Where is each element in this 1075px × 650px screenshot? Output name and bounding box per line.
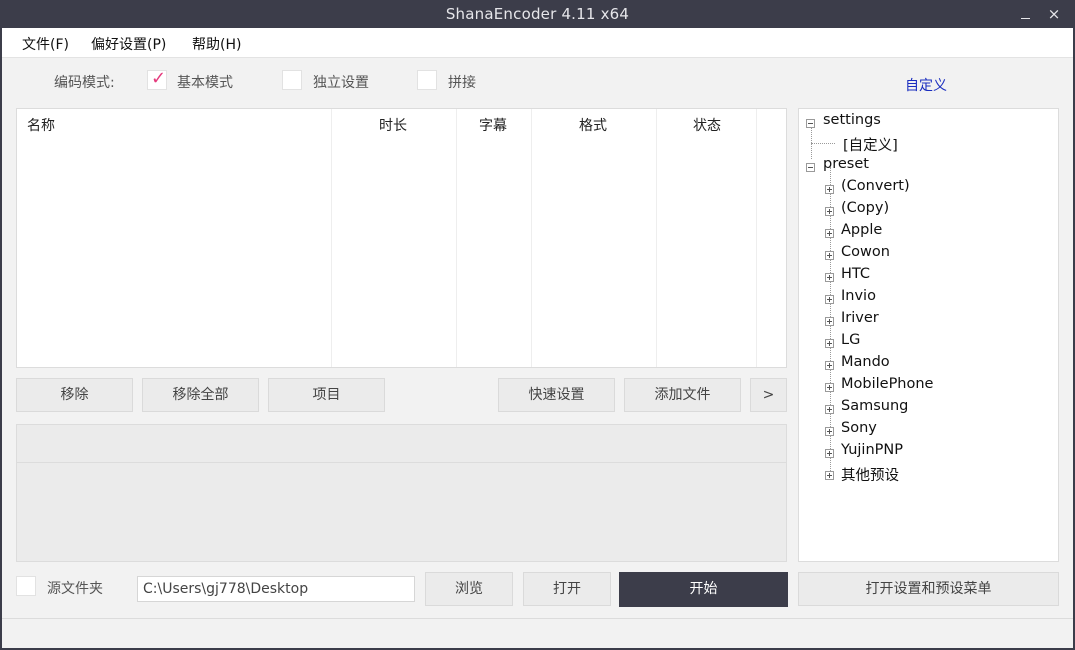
tree-connector <box>811 143 835 144</box>
tree-node-custom[interactable]: [自定义] <box>843 134 898 156</box>
basic-mode-checkbox[interactable]: ✓ <box>147 68 167 90</box>
window-title: ShanaEncoder 4.11 x64 <box>445 5 630 23</box>
close-icon: × <box>1047 5 1061 23</box>
column-status[interactable]: 状态 <box>693 115 721 135</box>
independent-settings-label: 独立设置 <box>313 75 369 91</box>
open-button[interactable]: 打开 <box>523 572 611 606</box>
file-list[interactable]: 名称 时长 字幕 格式 状态 <box>16 108 787 368</box>
bottom-toolbar: 源文件夹 C:\Users\gj778\Desktop 浏览 打开 开始 打开设… <box>2 568 1073 608</box>
add-file-button[interactable]: 添加文件 <box>624 378 741 412</box>
menu-preferences[interactable]: 偏好设置(P) <box>91 34 166 54</box>
column-divider <box>756 109 757 367</box>
expand-icon[interactable] <box>825 339 834 348</box>
custom-link[interactable]: 自定义 <box>905 75 947 95</box>
minimize-icon <box>1020 18 1030 19</box>
expand-icon[interactable] <box>825 273 834 282</box>
independent-settings-checkbox[interactable] <box>282 70 302 90</box>
open-settings-menu-button[interactable]: 打开设置和预设菜单 <box>798 572 1059 606</box>
expand-icon[interactable] <box>825 317 834 326</box>
column-name[interactable]: 名称 <box>27 115 55 135</box>
column-subtitle[interactable]: 字幕 <box>479 115 507 135</box>
expand-icon[interactable] <box>825 449 834 458</box>
column-divider <box>531 109 532 367</box>
log-panel-divider <box>17 462 786 463</box>
join-checkbox[interactable] <box>417 70 437 90</box>
menu-bar: 文件(F) 偏好设置(P) 帮助(H) <box>2 28 1073 58</box>
start-button[interactable]: 开始 <box>619 572 788 607</box>
expand-icon[interactable] <box>825 471 834 480</box>
menu-help[interactable]: 帮助(H) <box>192 34 241 54</box>
expand-icon[interactable] <box>825 405 834 414</box>
source-folder-checkbox[interactable] <box>16 576 36 596</box>
expand-icon[interactable] <box>825 383 834 392</box>
expand-icon[interactable] <box>825 185 834 194</box>
log-panel <box>16 424 787 562</box>
status-bar <box>2 618 1073 648</box>
more-button[interactable]: > <box>750 378 787 412</box>
minimize-button[interactable] <box>1014 4 1036 24</box>
source-folder-label: 源文件夹 <box>47 581 103 597</box>
close-button[interactable]: × <box>1043 4 1065 24</box>
items-button[interactable]: 项目 <box>268 378 385 412</box>
encoding-mode-row: 编码模式: ✓ 基本模式 独立设置 拼接 自定义 <box>2 58 1073 102</box>
main-window: 文件(F) 偏好设置(P) 帮助(H) 编码模式: ✓ 基本模式 独立设置 拼接… <box>2 28 1073 648</box>
expand-icon[interactable] <box>825 229 834 238</box>
title-bar: ShanaEncoder 4.11 x64 × <box>0 0 1075 28</box>
preset-tree[interactable]: settings [自定义] preset (Convert) (Copy) A… <box>798 108 1059 562</box>
column-divider <box>331 109 332 367</box>
collapse-icon[interactable] <box>806 119 815 128</box>
checkmark-icon: ✓ <box>151 68 167 89</box>
browse-button[interactable]: 浏览 <box>425 572 513 606</box>
column-format[interactable]: 格式 <box>579 115 607 135</box>
output-path-field[interactable]: C:\Users\gj778\Desktop <box>137 576 415 602</box>
remove-all-button[interactable]: 移除全部 <box>142 378 259 412</box>
quick-settings-button[interactable]: 快速设置 <box>498 378 615 412</box>
expand-icon[interactable] <box>825 251 834 260</box>
basic-mode-label: 基本模式 <box>177 75 233 91</box>
tree-connector <box>811 123 812 159</box>
column-divider <box>456 109 457 367</box>
join-label: 拼接 <box>448 75 476 91</box>
column-divider <box>656 109 657 367</box>
expand-icon[interactable] <box>825 427 834 436</box>
menu-file[interactable]: 文件(F) <box>22 34 69 54</box>
collapse-icon[interactable] <box>806 163 815 172</box>
expand-icon[interactable] <box>825 207 834 216</box>
encoding-mode-label: 编码模式: <box>54 75 115 91</box>
expand-icon[interactable] <box>825 361 834 370</box>
expand-icon[interactable] <box>825 295 834 304</box>
remove-button[interactable]: 移除 <box>16 378 133 412</box>
column-duration[interactable]: 时长 <box>379 115 407 135</box>
